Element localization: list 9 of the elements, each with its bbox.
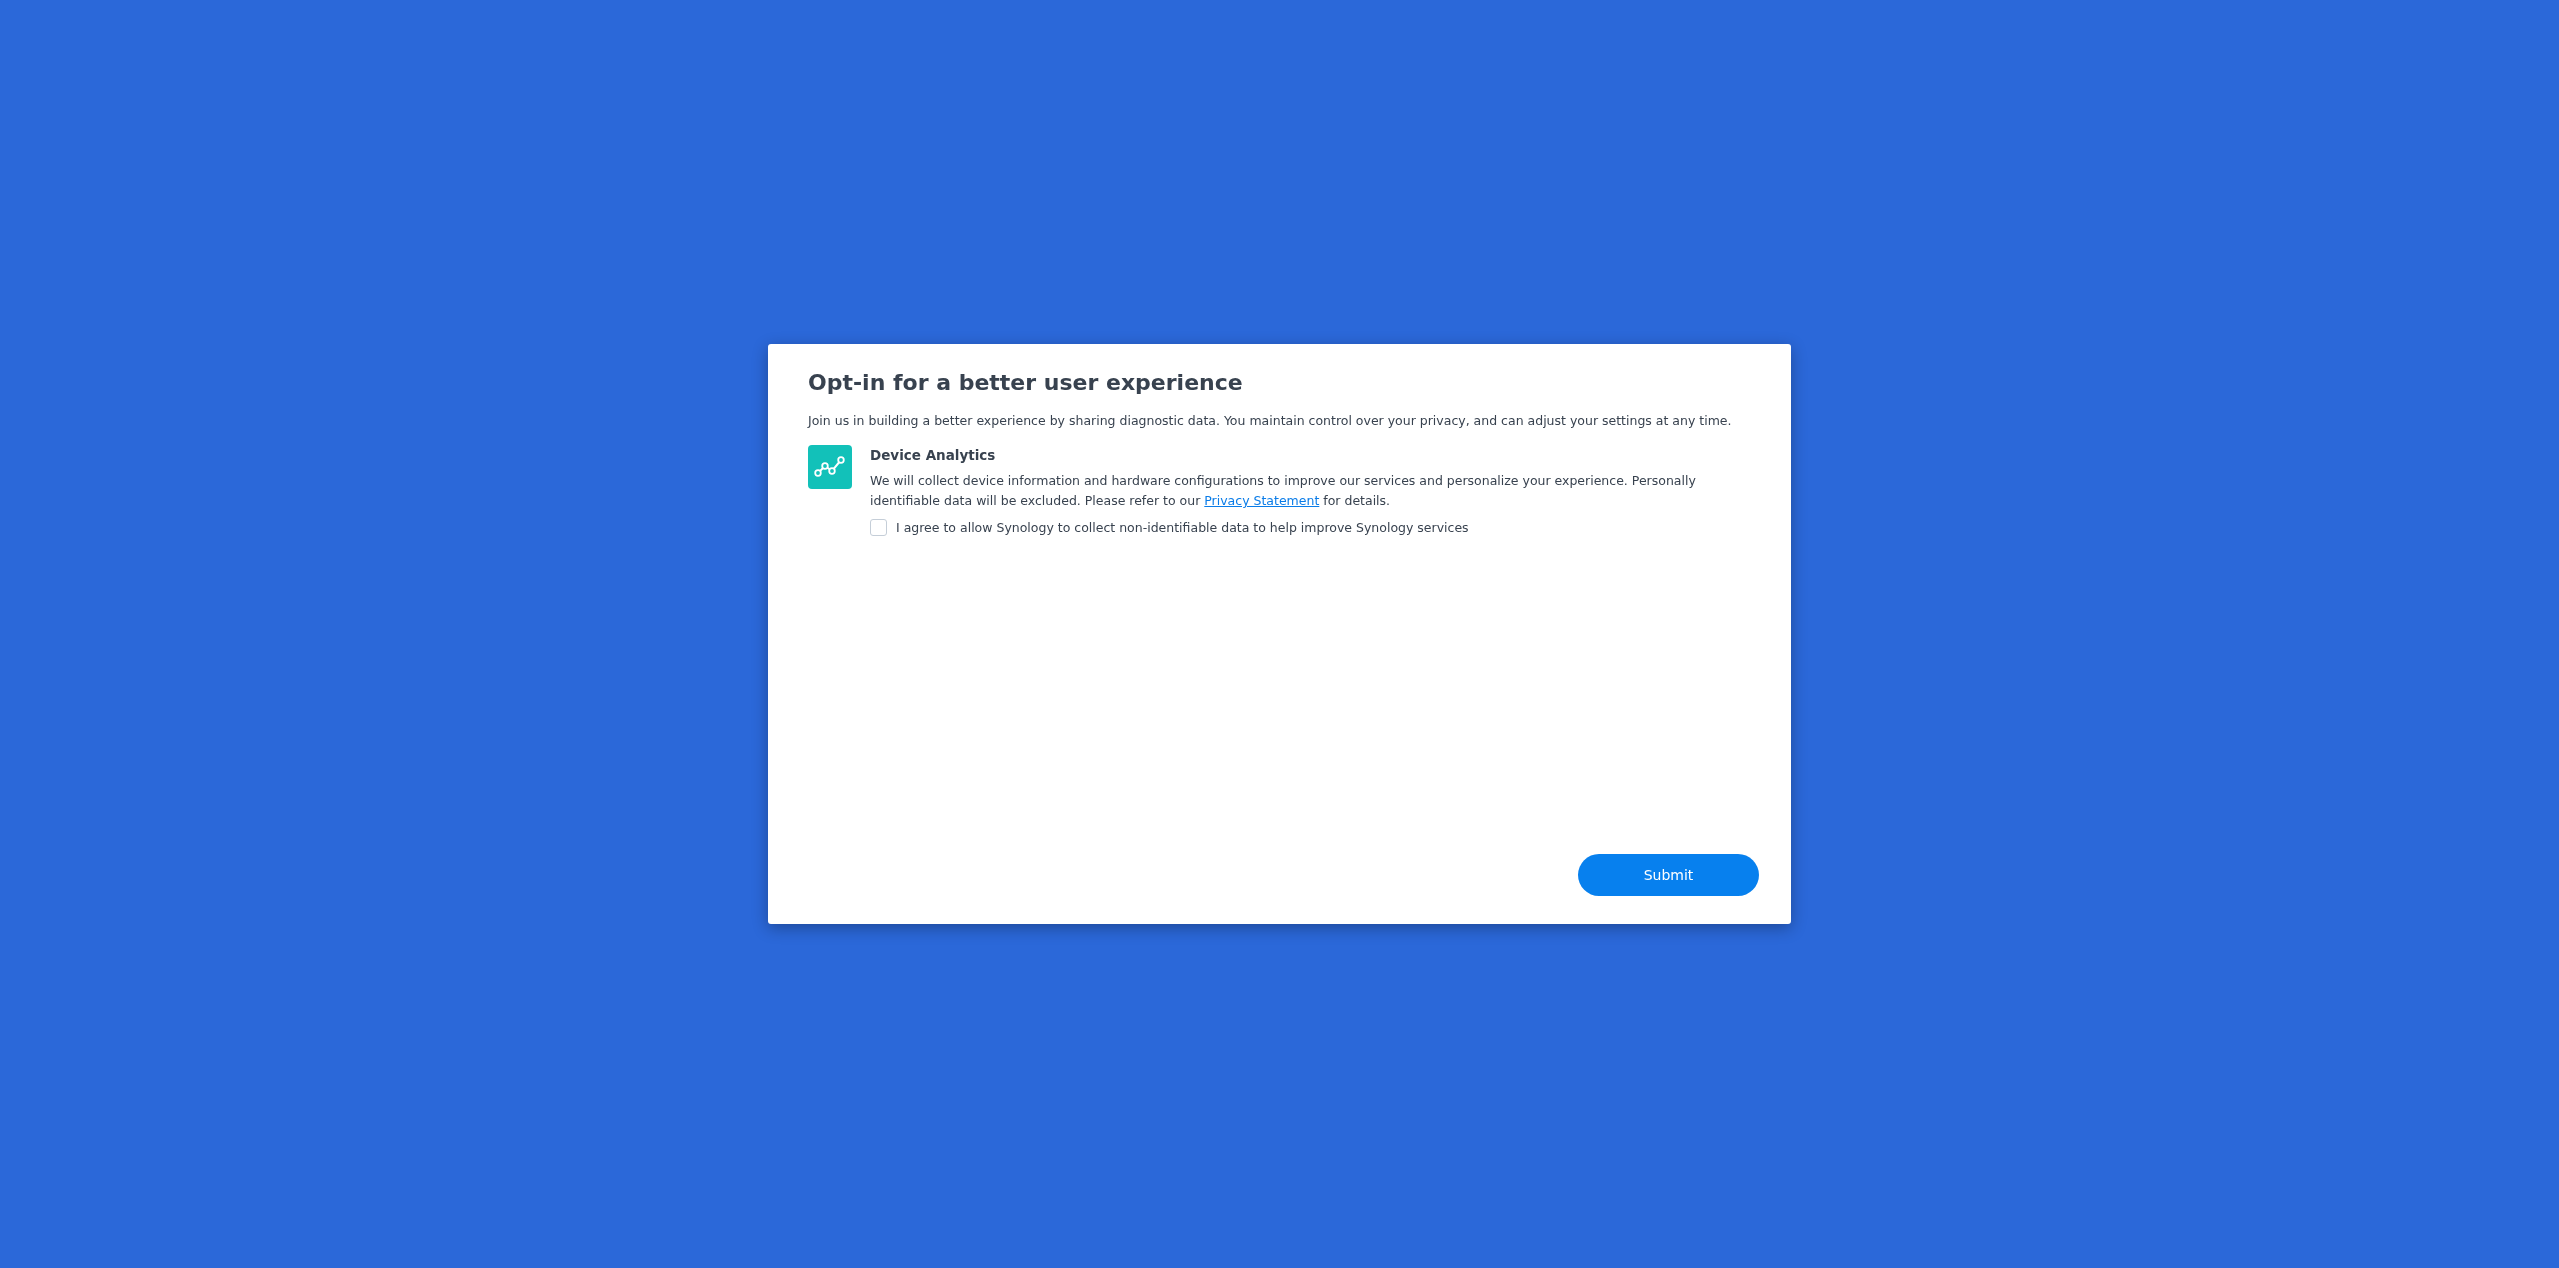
option-title: Device Analytics [870, 447, 997, 463]
analytics-icon [808, 445, 852, 489]
privacy-link[interactable]: Privacy Statement [1204, 493, 1320, 508]
submit-button[interactable]: Submit [1578, 854, 1759, 896]
consent-checkbox[interactable] [870, 519, 887, 536]
consent-label: I agree to allow Synology to collect non-identifiable data to help improve Synology services [896, 520, 1469, 535]
dialog-title: Opt-in for a better user experience [808, 370, 1244, 395]
intro-text: Join us in building a better experience by sharing diagnostic data. You maintain control over your privacy, and can adjust your settings at any time. [808, 412, 1733, 430]
option-description: We will collect device information and hardware configurations to improve our services and personalize your experience. Personally identifiable data will be excluded. Please refer to our Privacy Statement for details. [870, 472, 1697, 510]
